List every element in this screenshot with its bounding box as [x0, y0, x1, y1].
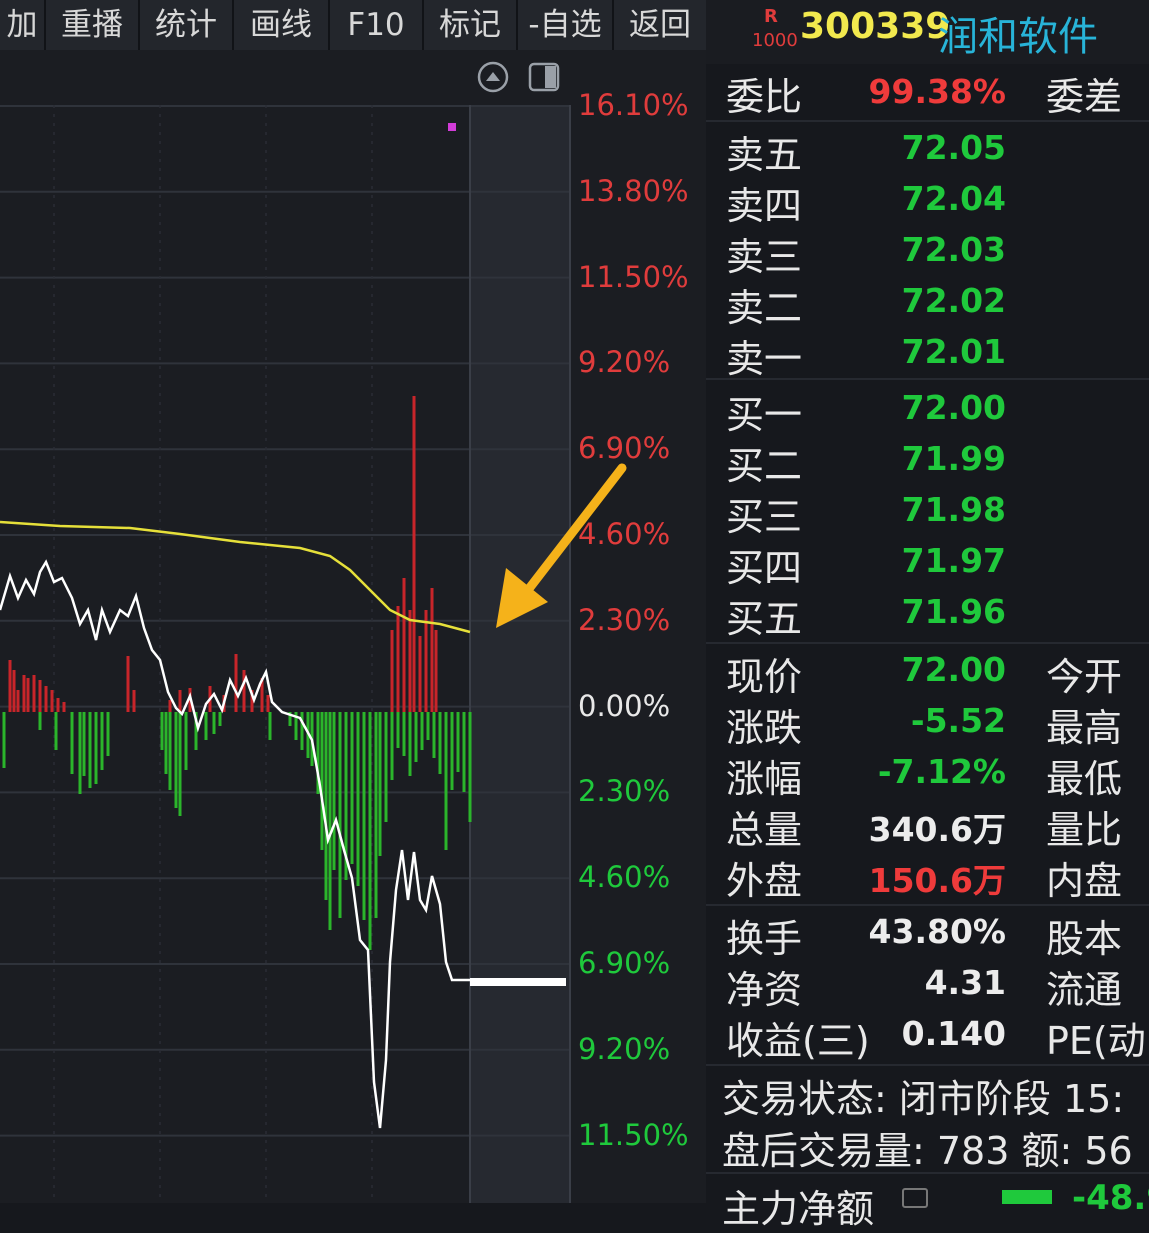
- rzrq-badge-sub: 1000: [752, 30, 798, 51]
- sell-level-label: 卖一: [726, 337, 803, 381]
- buy-level-label: 买三: [726, 495, 803, 539]
- sell-level-label: 卖二: [726, 286, 803, 330]
- stat-label-right: 最低: [1046, 757, 1123, 801]
- percent-label: 6.90%: [578, 946, 671, 980]
- stat-label-right: 今开: [1046, 655, 1123, 699]
- stat-value: -7.12%: [877, 752, 1006, 791]
- stat2-label-right: 流通: [1046, 968, 1123, 1012]
- stat2-label: 换手: [726, 917, 803, 961]
- buy-level-label: 买二: [726, 444, 803, 488]
- buy-level-label: 买四: [726, 546, 803, 590]
- buy-level-price[interactable]: 72.00: [902, 388, 1006, 427]
- buy-level-price[interactable]: 71.97: [902, 541, 1006, 580]
- rzrq-badge: R: [764, 6, 778, 27]
- after-hours-volume: 盘后交易量: 783 额: 56: [722, 1129, 1133, 1173]
- stat2-label: 收益(三): [726, 1019, 870, 1063]
- stat2-label: 净资: [726, 968, 803, 1012]
- weidiff-label: 委差: [1046, 75, 1123, 119]
- sell-level-price[interactable]: 72.03: [902, 230, 1006, 269]
- stat-label-right: 最高: [1046, 706, 1123, 750]
- divider: [706, 120, 1149, 122]
- stat-value: 72.00: [901, 650, 1006, 689]
- buy-level-label: 买五: [726, 597, 803, 641]
- percent-label: 16.10%: [578, 88, 689, 122]
- stock-name: 润和软件: [938, 14, 1098, 60]
- percent-label: 2.30%: [578, 774, 671, 809]
- percent-label: 9.20%: [578, 345, 671, 380]
- percent-label: 2.30%: [578, 602, 671, 637]
- quote-panel: R 1000 300339 润和软件 委比 99.38% 委差卖五 72.05 卖四 72…: [706, 0, 1149, 1231]
- stock-code: 300339: [800, 6, 951, 47]
- stat-value: 150.6万: [868, 861, 1006, 900]
- average-price-line: [0, 520, 471, 634]
- toolbar-stats-button[interactable]: 统计: [140, 0, 234, 50]
- stat-label: 外盘: [726, 859, 803, 903]
- toolbar: 加 重播 统计 画线 F10 标记 -自选 返回: [0, 0, 706, 50]
- buy-level-price[interactable]: 71.98: [902, 490, 1006, 529]
- sell-level-label: 卖四: [726, 184, 803, 228]
- sell-level-label: 卖五: [726, 133, 803, 177]
- post-close-zone: [470, 105, 570, 1203]
- sell-level-price[interactable]: 72.01: [902, 332, 1006, 371]
- sell-level-price[interactable]: 72.05: [902, 128, 1006, 167]
- stat-label-right: 内盘: [1046, 859, 1123, 903]
- stock-header[interactable]: R 1000 300339 润和软件: [706, 0, 1149, 64]
- main-net-amount-value: -48.9: [1072, 1178, 1149, 1218]
- sell-level-price[interactable]: 72.02: [902, 281, 1006, 320]
- stat-label: 现价: [726, 655, 803, 699]
- stat-label: 涨幅: [726, 757, 803, 801]
- weibi-label: 委比: [726, 75, 803, 119]
- toolbar-remove-watchlist-button[interactable]: -自选: [518, 0, 614, 50]
- stat2-value: 43.80%: [868, 912, 1006, 951]
- stat-label: 涨跌: [726, 706, 803, 750]
- percent-label: 11.50%: [578, 259, 689, 294]
- stat-label: 总量: [726, 808, 803, 852]
- vertical-grid: [53, 105, 373, 1203]
- sell-level-label: 卖三: [726, 235, 803, 279]
- stat-label-right: 量比: [1046, 808, 1123, 852]
- stat2-value: 0.140: [901, 1014, 1006, 1053]
- list-icon[interactable]: [902, 1188, 928, 1208]
- percent-label: 6.90%: [578, 431, 671, 466]
- percent-label: 11.50%: [578, 1117, 689, 1152]
- signal-marker: [448, 123, 456, 131]
- percent-label: 9.20%: [578, 1031, 671, 1066]
- weibi-value: 99.38%: [868, 72, 1006, 111]
- divider: [706, 378, 1149, 380]
- toolbar-draw-line-button[interactable]: 画线: [234, 0, 330, 50]
- main-net-amount-label[interactable]: 主力净额: [722, 1178, 874, 1233]
- stat2-label-right: 股本: [1046, 917, 1123, 961]
- toolbar-add-button[interactable]: 加: [0, 0, 46, 50]
- percent-label: 4.60%: [578, 860, 671, 895]
- trade-status: 交易状态: 闭市阶段 15:: [722, 1077, 1125, 1121]
- percent-label: 4.60%: [578, 517, 671, 551]
- toolbar-f10-button[interactable]: F10: [330, 0, 424, 50]
- percent-label: 0.00%: [578, 688, 671, 723]
- toolbar-mark-button[interactable]: 标记: [424, 0, 518, 50]
- divider: [706, 1064, 1149, 1066]
- buy-level-price[interactable]: 71.96: [902, 592, 1006, 631]
- expand-up-icon[interactable]: [477, 61, 509, 93]
- stat-value: 340.6万: [868, 810, 1006, 849]
- buy-level-price[interactable]: 71.99: [902, 439, 1006, 478]
- stat-value: -5.52: [910, 701, 1006, 740]
- divider: [706, 642, 1149, 644]
- toolbar-back-button[interactable]: 返回: [614, 0, 706, 50]
- percent-label: 13.80%: [578, 173, 689, 208]
- toolbar-replay-button[interactable]: 重播: [46, 0, 140, 50]
- stat2-value: 4.31: [924, 963, 1006, 1002]
- main-net-amount-bar: [1002, 1190, 1052, 1204]
- stat2-label-right: PE(动: [1046, 1019, 1146, 1063]
- sell-level-price[interactable]: 72.04: [902, 179, 1006, 218]
- panel-toggle-icon[interactable]: [528, 62, 560, 92]
- buy-level-label: 买一: [726, 393, 803, 437]
- divider: [706, 904, 1149, 906]
- intraday-chart[interactable]: 16.10% 13.80% 11.50% 9.20% 6.90% 4.60% 2.30% 0.…: [0, 50, 706, 1203]
